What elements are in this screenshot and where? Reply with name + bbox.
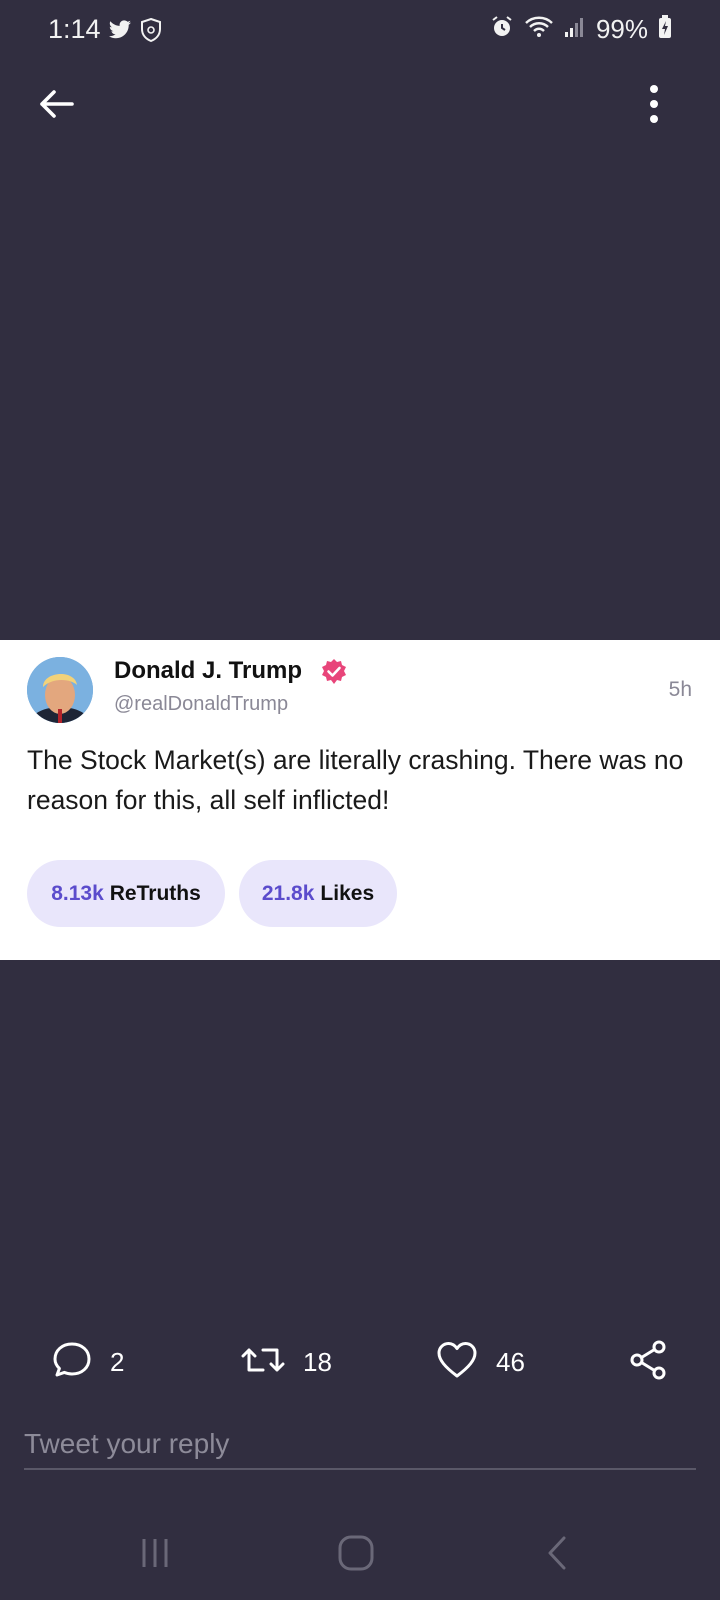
share-button[interactable] bbox=[628, 1340, 668, 1385]
retruths-label: ReTruths bbox=[109, 881, 201, 905]
wifi-icon bbox=[524, 15, 554, 44]
share-icon bbox=[628, 1340, 668, 1385]
back-button[interactable] bbox=[34, 84, 78, 128]
post-card: Donald J. Trump @realDonaldTrump 5h The … bbox=[0, 640, 720, 960]
likes-label: Likes bbox=[320, 881, 375, 905]
home-button[interactable] bbox=[326, 1530, 386, 1580]
status-right-icons: 99% bbox=[490, 14, 672, 45]
reply-count: 2 bbox=[110, 1347, 125, 1377]
nav-back-button[interactable] bbox=[528, 1530, 588, 1580]
author-handle[interactable]: @realDonaldTrump bbox=[114, 693, 288, 716]
retruths-count: 8.13k bbox=[51, 881, 104, 905]
likes-count: 21.8k bbox=[261, 881, 315, 905]
comment-icon bbox=[52, 1340, 92, 1385]
retruth-count: 18 bbox=[303, 1347, 332, 1377]
retruths-count-button[interactable]: 8.13k ReTruths bbox=[27, 860, 225, 927]
like-count: 46 bbox=[496, 1347, 525, 1377]
recents-icon bbox=[139, 1537, 171, 1574]
twitter-icon bbox=[108, 20, 132, 45]
system-nav-bar bbox=[0, 1530, 720, 1590]
status-left-icons bbox=[108, 17, 162, 47]
repost-icon bbox=[241, 1340, 285, 1385]
heart-icon bbox=[436, 1340, 478, 1385]
reply-input[interactable] bbox=[24, 1420, 696, 1470]
chevron-left-icon bbox=[546, 1536, 570, 1575]
signal-icon bbox=[564, 16, 586, 43]
retruth-button[interactable]: 18 bbox=[241, 1340, 332, 1385]
post-text: The Stock Market(s) are literally crashi… bbox=[27, 745, 684, 815]
post-time: 5h bbox=[668, 678, 692, 701]
arrow-left-icon bbox=[36, 88, 76, 125]
avatar[interactable] bbox=[27, 657, 93, 723]
likes-count-button[interactable]: 21.8k Likes bbox=[239, 860, 397, 927]
battery-percent: 99% bbox=[595, 14, 648, 44]
like-button[interactable]: 46 bbox=[436, 1340, 525, 1385]
more-vertical-icon bbox=[648, 84, 660, 129]
reply-button[interactable]: 2 bbox=[52, 1340, 124, 1385]
alarm-icon bbox=[490, 15, 514, 44]
home-icon bbox=[338, 1535, 374, 1576]
recents-button[interactable] bbox=[125, 1530, 185, 1580]
author-name[interactable]: Donald J. Trump bbox=[114, 657, 302, 685]
status-time: 1:14 bbox=[48, 14, 101, 44]
verified-badge-icon bbox=[320, 658, 348, 686]
shield-icon bbox=[140, 17, 162, 47]
more-options-button[interactable] bbox=[632, 84, 676, 128]
battery-charging-icon bbox=[658, 15, 672, 44]
